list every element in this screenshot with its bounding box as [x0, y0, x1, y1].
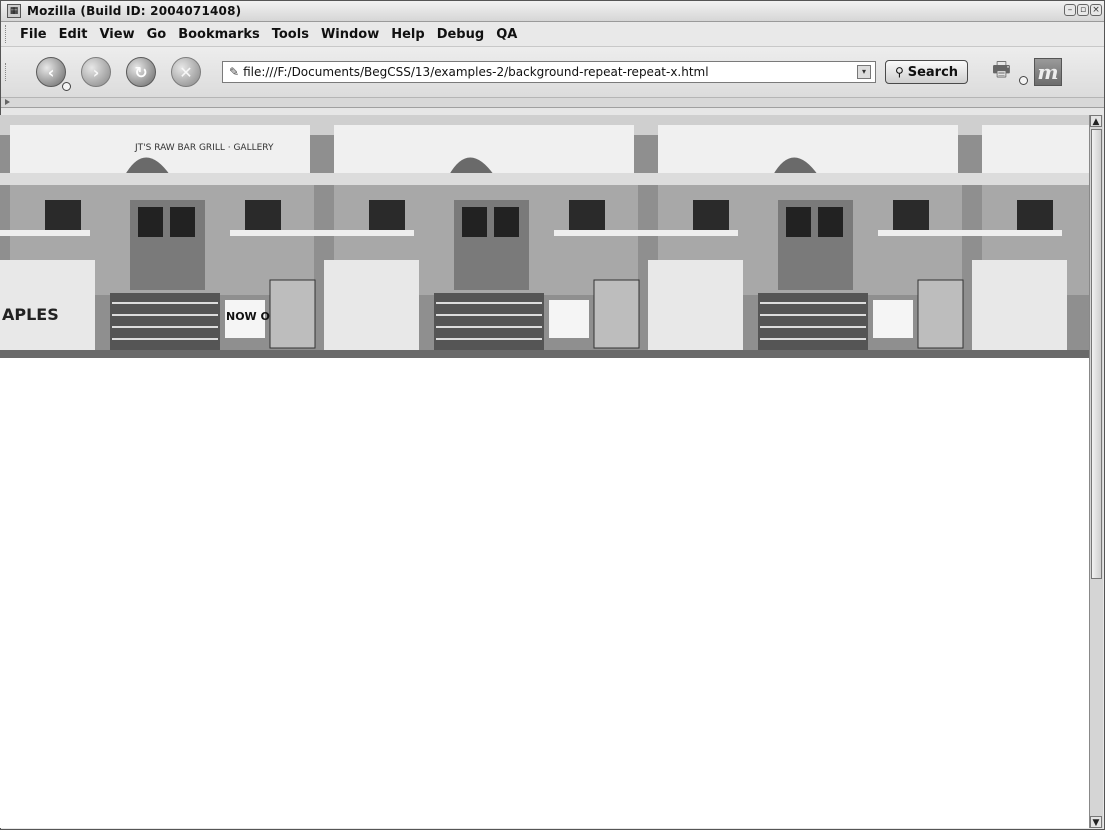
window-controls: – ▫ ×: [1064, 4, 1102, 16]
title-bar: ▦ Mozilla (Build ID: 2004071408) – ▫ ×: [1, 1, 1104, 22]
mozilla-logo-icon[interactable]: m: [1034, 58, 1062, 86]
background-repeat-strip: JT'S RAW BAR GRILL · GALLERY APLES NOW O…: [0, 115, 1089, 358]
maximize-icon[interactable]: ▫: [1077, 4, 1089, 16]
scroll-up-icon[interactable]: ▲: [1090, 115, 1102, 127]
reload-icon: ↻: [134, 62, 148, 82]
print-button[interactable]: 🖶: [992, 57, 1028, 87]
forward-button[interactable]: ›: [81, 57, 111, 87]
menu-tools[interactable]: Tools: [266, 27, 315, 42]
search-button[interactable]: ⚲ Search: [885, 60, 968, 84]
menu-file[interactable]: File: [14, 27, 53, 42]
storefront-image-tile: [648, 115, 972, 358]
menu-bookmarks[interactable]: Bookmarks: [172, 27, 266, 42]
window-title: Mozilla (Build ID: 2004071408): [27, 4, 242, 18]
page-content: JT'S RAW BAR GRILL · GALLERY APLES NOW O…: [0, 115, 1089, 828]
menu-bar: File Edit View Go Bookmarks Tools Window…: [1, 22, 1104, 47]
menu-qa[interactable]: QA: [490, 27, 523, 42]
navbar-grip[interactable]: [5, 63, 10, 81]
storefront-image-tile: [324, 115, 648, 358]
scroll-down-icon[interactable]: ▼: [1090, 816, 1102, 828]
storefront-banner-text: JT'S RAW BAR GRILL · GALLERY: [134, 143, 274, 153]
search-icon: ⚲: [894, 65, 904, 79]
back-dropdown-icon[interactable]: [62, 82, 71, 91]
vertical-scrollbar[interactable]: ▲ ▼: [1089, 115, 1103, 828]
back-button[interactable]: ‹: [36, 57, 71, 91]
menu-view[interactable]: View: [93, 27, 140, 42]
menu-debug[interactable]: Debug: [431, 27, 490, 42]
stop-button[interactable]: ✕: [171, 57, 201, 87]
storefront-image-tile: JT'S RAW BAR GRILL · GALLERY APLES NOW O…: [0, 115, 324, 358]
expand-toolbar-icon[interactable]: [5, 99, 10, 105]
stop-icon: ✕: [179, 62, 193, 82]
minimize-icon[interactable]: –: [1064, 4, 1076, 16]
url-bar[interactable]: ✎ file:///F:/Documents/BegCSS/13/example…: [222, 61, 876, 83]
reload-button[interactable]: ↻: [126, 57, 156, 87]
forward-arrow-icon: ›: [92, 62, 100, 82]
back-arrow-icon: ‹: [47, 62, 55, 82]
menu-help[interactable]: Help: [385, 27, 430, 42]
page-proxy-icon[interactable]: ✎: [229, 65, 239, 79]
menu-edit[interactable]: Edit: [53, 27, 94, 42]
menu-go[interactable]: Go: [141, 27, 173, 42]
search-button-label: Search: [907, 64, 959, 80]
print-icon: 🖶: [992, 57, 1011, 81]
menubar-grip[interactable]: [5, 25, 10, 43]
navigation-toolbar: ‹ › ↻ ✕ ✎ file:///F:/Documents/BegCSS/13…: [1, 47, 1104, 98]
aples-sign-text: APLES: [2, 305, 59, 324]
close-icon[interactable]: ×: [1090, 4, 1102, 16]
url-history-dropdown-icon[interactable]: ▾: [857, 65, 871, 79]
menu-window[interactable]: Window: [315, 27, 385, 42]
print-dropdown-icon[interactable]: [1019, 76, 1028, 85]
url-text[interactable]: file:///F:/Documents/BegCSS/13/examples-…: [243, 65, 857, 79]
personal-toolbar: [1, 98, 1104, 108]
window-icon[interactable]: ▦: [7, 4, 21, 18]
scrollbar-thumb[interactable]: [1091, 129, 1102, 579]
storefront-image-tile: [972, 115, 1089, 358]
